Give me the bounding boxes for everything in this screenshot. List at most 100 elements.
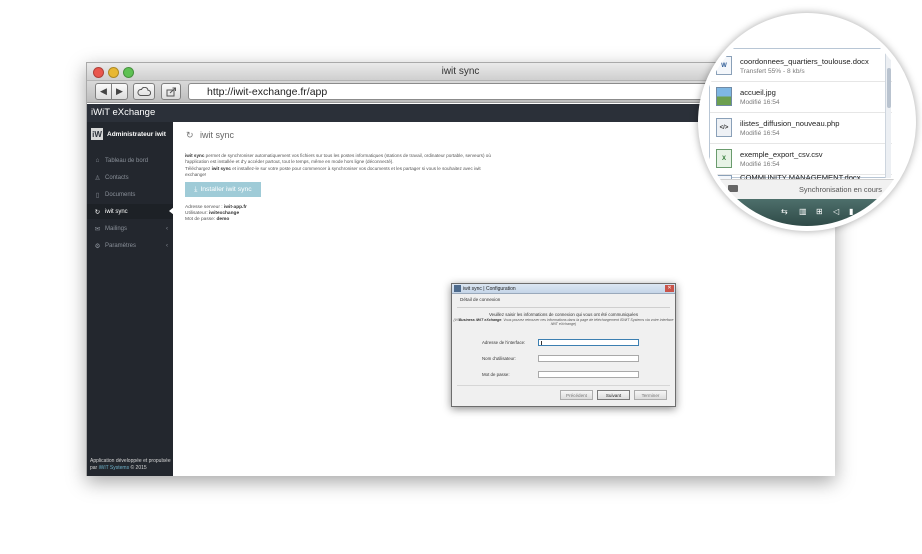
- sidebar-item-label: Paramètres: [105, 242, 137, 249]
- cloud-button[interactable]: [133, 83, 155, 100]
- list-item[interactable]: X exemple_export_csv.csv Modifié 16:54: [710, 144, 892, 175]
- list-item[interactable]: accueil.jpg Modifié 16:54: [710, 82, 892, 113]
- password-input[interactable]: [538, 371, 639, 378]
- forward-button[interactable]: ▶: [111, 83, 128, 100]
- sidebar-item-contacts[interactable]: ♙ Contacts: [87, 170, 173, 185]
- sidebar-item-documents[interactable]: ▯ Documents: [87, 187, 173, 202]
- server-label: Adresse serveur :: [185, 205, 224, 210]
- windows-taskbar: ▴ ⇆ ▥ ⊞ ◁ ▮: [703, 199, 911, 226]
- code-file-icon: </>: [716, 118, 732, 137]
- sub-bold: Business iWiT eXchange: [458, 318, 502, 322]
- gear-icon: ⚙: [94, 242, 101, 250]
- config-dialog: iwit sync | Configuration ✕ Détail de co…: [451, 283, 676, 407]
- sidebar: iW Administrateur iwit ⌂ Tableau de bord…: [87, 122, 174, 476]
- chevron-left-icon: ‹: [166, 225, 168, 232]
- interface-address-input[interactable]: [538, 339, 639, 346]
- tray-windows-icon[interactable]: ⊞: [816, 207, 823, 216]
- sidebar-item-label: Mailings: [105, 225, 128, 232]
- share-button[interactable]: [161, 83, 181, 100]
- file-list-scrollbar[interactable]: [885, 48, 891, 178]
- tray-network-icon[interactable]: ▥: [799, 207, 807, 216]
- sync-client-magnifier: W coordonnees_quartiers_toulouse.docx Tr…: [698, 13, 916, 231]
- user-profile[interactable]: iW Administrateur iwit: [91, 127, 171, 141]
- tray-volume-icon[interactable]: ◁: [833, 207, 839, 216]
- download-icon: ⤓: [194, 185, 198, 193]
- username-input[interactable]: [538, 355, 639, 362]
- sidebar-item-mailings[interactable]: ✉ Mailings ‹: [87, 221, 173, 236]
- chevron-left-icon: ‹: [166, 242, 168, 249]
- image-file-icon: [716, 87, 732, 106]
- sync-client-panel: W coordonnees_quartiers_toulouse.docx Tr…: [703, 18, 911, 226]
- desc-line2a: Téléchargez: [185, 165, 212, 171]
- sidebar-item-label: Contacts: [105, 174, 129, 181]
- file-status: Modifié 16:54: [740, 130, 780, 137]
- password-value: demo: [216, 217, 230, 223]
- password-label: Mot de passe:: [482, 372, 510, 377]
- file-name: coordonnees_quartiers_toulouse.docx: [740, 57, 869, 66]
- sync-status-bar: ⚙ Synchronisation en cours: [703, 179, 911, 199]
- file-name: ilistes_diffusion_nouveau.php: [740, 119, 840, 128]
- tray-signal-icon[interactable]: ▮: [849, 207, 853, 216]
- tray-sync-icon[interactable]: ⇆: [781, 207, 788, 216]
- file-status: Transfert 55% - 8 kb/s: [740, 68, 805, 75]
- finish-button[interactable]: Terminer: [634, 390, 667, 400]
- address-bar[interactable]: http://iwit-exchange.fr/app: [188, 83, 708, 100]
- page-title-text: iwit sync: [200, 130, 235, 140]
- footer-year: © 2015: [130, 465, 147, 471]
- folder-icon[interactable]: [728, 185, 738, 192]
- back-button[interactable]: ◀: [95, 83, 112, 100]
- scrollbar-thumb[interactable]: [887, 68, 891, 108]
- sync-icon: ↻: [94, 208, 101, 216]
- sidebar-item-iwit-sync[interactable]: ↻ iwit sync: [87, 204, 174, 219]
- previous-button[interactable]: Précédent: [560, 390, 593, 400]
- install-button[interactable]: ⤓ Installer iwit sync: [185, 182, 261, 197]
- app-title: iWiT eXchange: [91, 107, 156, 118]
- desc-product: iwit sync: [185, 153, 205, 158]
- desc-line1: permet de synchroniser automatiquement v…: [185, 153, 491, 165]
- footer-link[interactable]: iWiT Systems: [99, 465, 129, 471]
- page-title: ↻ iwit sync: [186, 130, 234, 140]
- dialog-title: iwit sync | Configuration: [463, 286, 516, 292]
- close-dialog-button[interactable]: ✕: [665, 285, 674, 292]
- magnifier-top: [703, 18, 911, 48]
- sync-status-text: Synchronisation en cours: [799, 185, 882, 194]
- interface-address-label: Adresse de l'interface:: [482, 340, 526, 345]
- sync-icon: ↻: [186, 130, 194, 140]
- page-description: iwit sync permet de synchroniser automat…: [185, 153, 495, 178]
- arrow-right-icon: ▶: [116, 86, 123, 96]
- text-caret: [541, 341, 542, 345]
- sidebar-item-label: iwit sync: [105, 208, 128, 215]
- sidebar-footer: Application développée et propulsée par …: [90, 458, 172, 472]
- share-icon: [166, 87, 176, 96]
- dialog-titlebar: iwit sync | Configuration ✕: [452, 284, 675, 294]
- tray-arrow-icon[interactable]: ▴: [743, 207, 747, 216]
- gear-icon[interactable]: ⚙: [711, 184, 719, 195]
- spreadsheet-file-icon: X: [716, 149, 732, 168]
- divider: [457, 385, 670, 386]
- cloud-icon: [137, 87, 151, 96]
- list-item[interactable]: W coordonnees_quartiers_toulouse.docx Tr…: [710, 51, 892, 82]
- file-list: W coordonnees_quartiers_toulouse.docx Tr…: [709, 48, 892, 183]
- sidebar-item-label: Tableau de bord: [105, 157, 149, 164]
- server-info: Adresse serveur : iwit-app.fr Utilisateu…: [185, 205, 247, 224]
- file-name: exemple_export_csv.csv: [740, 150, 823, 159]
- user-value: iwitexchange: [209, 211, 240, 217]
- dialog-section-title: Détail de connexion: [460, 297, 501, 302]
- sub-rest: . Vous pouvez retrouver ces informations…: [501, 318, 674, 327]
- arrow-left-icon: ◀: [100, 86, 107, 96]
- divider: [457, 307, 670, 308]
- sidebar-item-parametres[interactable]: ⚙ Paramètres ‹: [87, 238, 173, 253]
- file-status: Modifié 16:54: [740, 161, 780, 168]
- next-button[interactable]: Suivant: [597, 390, 630, 400]
- sidebar-item-label: Documents: [105, 191, 136, 198]
- sidebar-item-dashboard[interactable]: ⌂ Tableau de bord: [87, 153, 173, 168]
- password-label: Mot de passe:: [185, 217, 217, 223]
- app-icon: [454, 285, 461, 292]
- dialog-submessage: (V/lBusiness iWiT eXchange. Vous pouvez …: [452, 318, 675, 326]
- install-button-label: Installer iwit sync: [200, 186, 252, 193]
- file-status: Modifié 16:54: [740, 99, 780, 106]
- dashboard-icon: ⌂: [95, 157, 100, 164]
- desc-product2: iwit sync: [211, 165, 231, 171]
- dialog-message: Veuillez saisir les informations de conn…: [488, 312, 639, 317]
- list-item[interactable]: </> ilistes_diffusion_nouveau.php Modifi…: [710, 113, 892, 144]
